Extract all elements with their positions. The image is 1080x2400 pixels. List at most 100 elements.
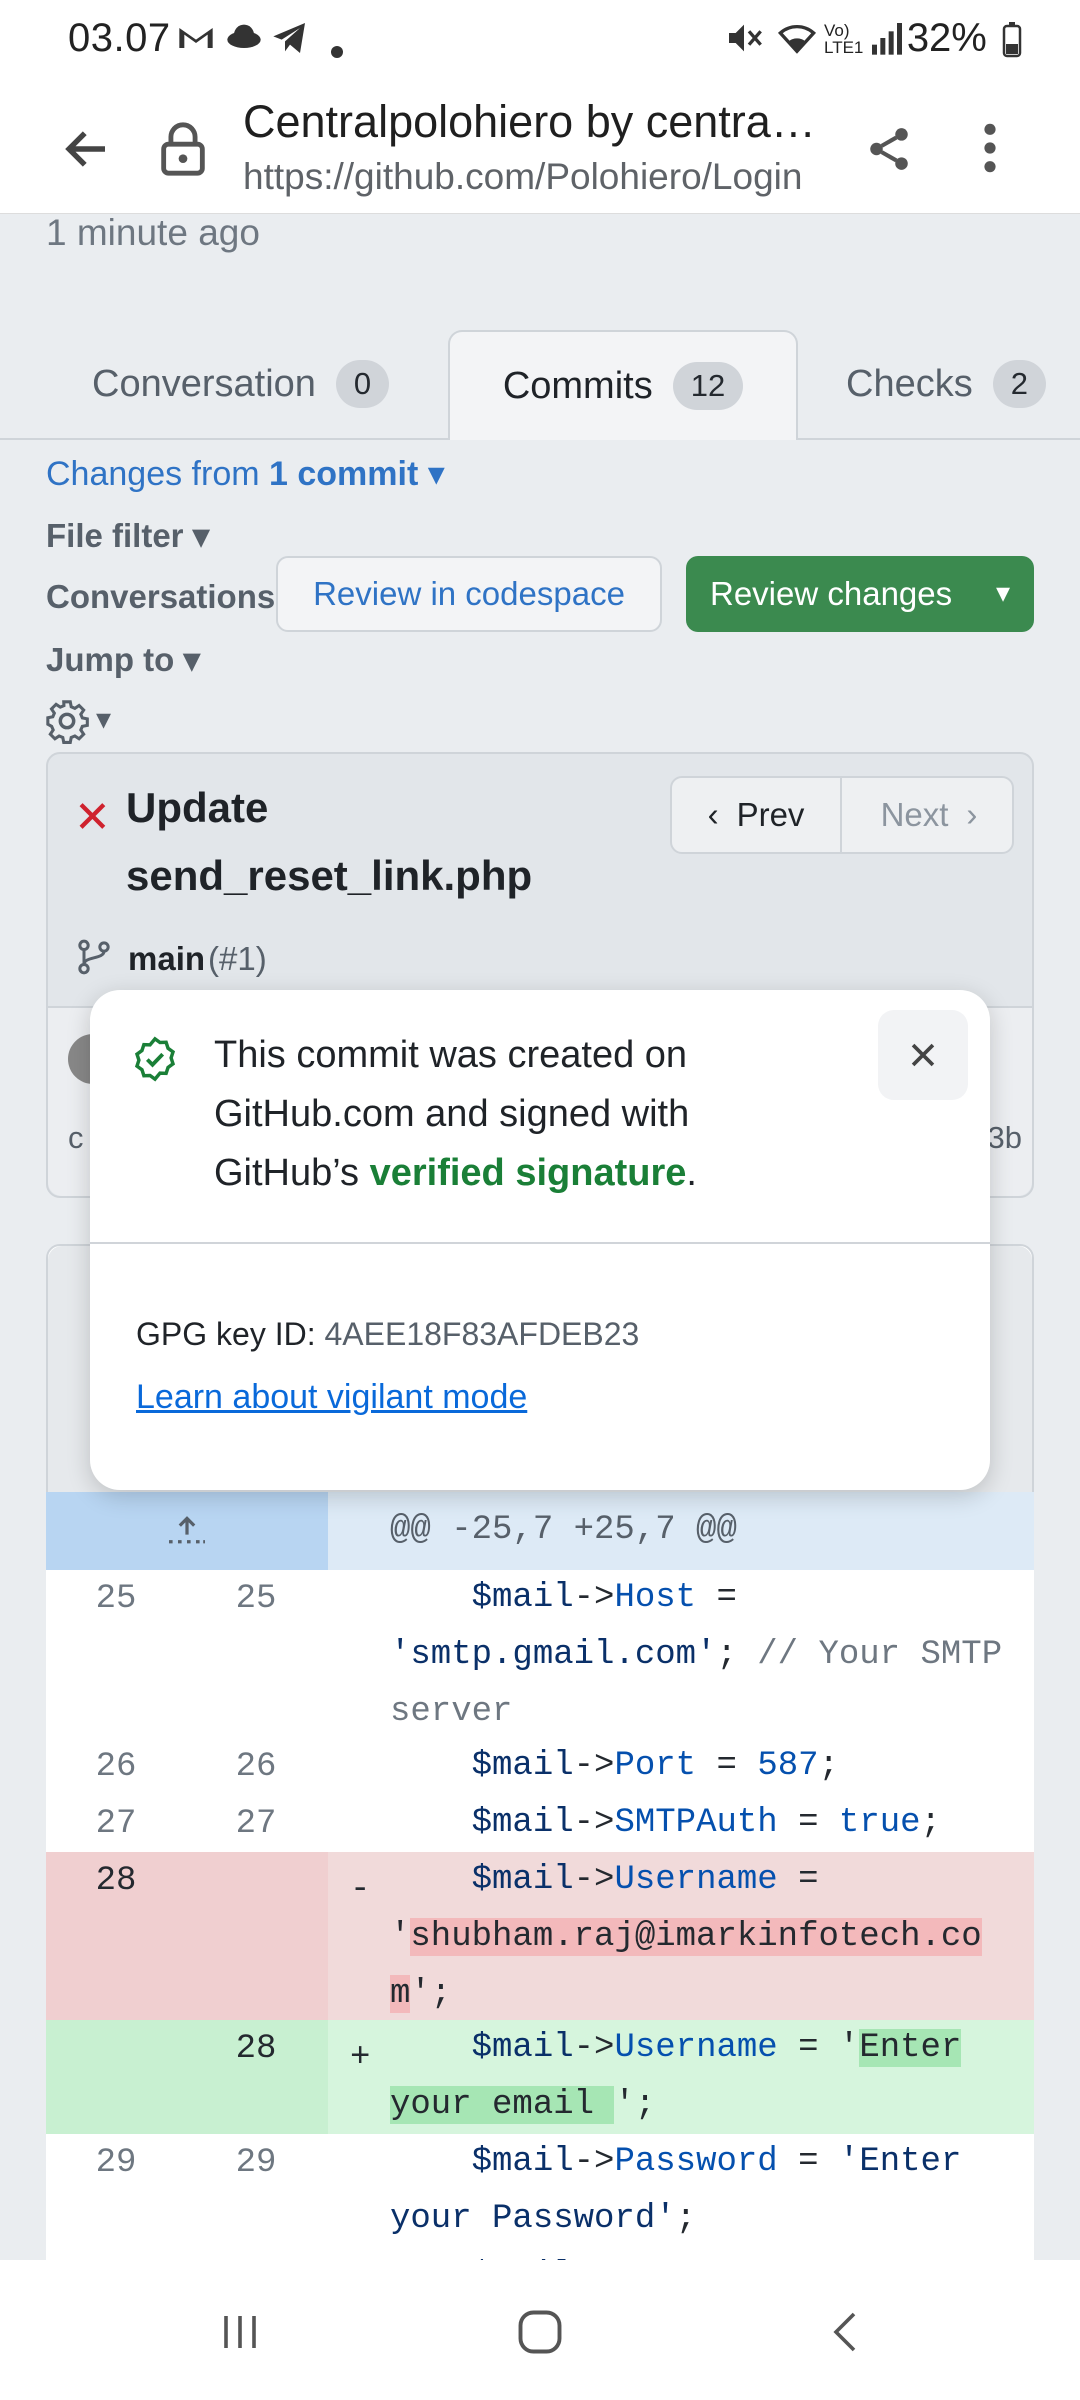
code-line: $mail->Username ='shubham.raj@imarkinfot… bbox=[390, 1861, 982, 2013]
branch-name[interactable]: main bbox=[128, 940, 205, 978]
battery-indicator: 32% bbox=[907, 16, 1022, 61]
popover-line-1: This commit was created on bbox=[214, 1034, 688, 1076]
status-time: 03.07 bbox=[68, 16, 171, 60]
tab-conversation[interactable]: Conversation 0 bbox=[92, 330, 390, 438]
learn-vigilant-mode-link[interactable]: Learn about vigilant mode bbox=[136, 1378, 527, 1417]
verified-signature-text: verified signature bbox=[369, 1152, 687, 1194]
deleted-line: 28 - $mail->Username ='shubham.raj@imark… bbox=[46, 1852, 1034, 2020]
old-line-number[interactable]: 27 bbox=[46, 1805, 186, 1843]
recents-icon[interactable] bbox=[216, 2308, 264, 2361]
old-line-number[interactable]: 30 bbox=[46, 2258, 186, 2260]
prev-next-group: ‹ Prev Next › bbox=[670, 776, 1014, 854]
old-line-number[interactable]: 29 bbox=[46, 2144, 186, 2182]
wifi-icon bbox=[774, 18, 820, 67]
added-line: 28 + $mail->Username = 'Enter your email… bbox=[46, 2020, 1034, 2134]
next-label: Next bbox=[880, 796, 949, 833]
chevron-down-icon: ▾ bbox=[427, 455, 445, 493]
jump-to-dropdown[interactable]: Jump to ▾ bbox=[46, 640, 200, 679]
code-line: $mail->SMTPAuth = true; bbox=[471, 1804, 941, 1842]
diff-line: 27 27 $mail->SMTPAuth = true; bbox=[46, 1795, 1034, 1852]
code-line: $mail->Host ='smtp.gmail.com'; // Your S… bbox=[390, 1579, 1003, 1731]
notification-dot-icon bbox=[330, 26, 344, 68]
changes-from-dropdown[interactable]: Changes from 1 commit ▾ bbox=[46, 454, 445, 494]
gpg-key-row: GPG key ID: 4AEE18F83AFDEB23 bbox=[136, 1316, 639, 1353]
nav-back-icon[interactable] bbox=[822, 2306, 870, 2363]
prev-label: Prev bbox=[736, 796, 805, 833]
truncated-text-left: c bbox=[68, 1120, 84, 1155]
diff-line: 29 29 $mail->Password = 'Enter your Pass… bbox=[46, 2134, 1034, 2248]
battery-icon bbox=[1002, 22, 1022, 58]
new-line-number[interactable]: 28 bbox=[186, 2030, 326, 2068]
gpg-label: GPG key ID: bbox=[136, 1316, 316, 1352]
review-in-codespace-button[interactable]: Review in codespace bbox=[276, 556, 662, 632]
timestamp: 1 minute ago bbox=[46, 214, 260, 253]
new-line-number[interactable]: 29 bbox=[186, 2144, 326, 2182]
expand-up-icon[interactable] bbox=[46, 1492, 328, 1570]
old-line-number[interactable]: 26 bbox=[46, 1748, 186, 1786]
failed-x-icon: ✕ bbox=[74, 793, 111, 842]
hunk-header-row: @@ -25,7 +25,7 @@ bbox=[46, 1492, 1034, 1570]
mute-icon bbox=[724, 18, 764, 67]
code-diff: @@ -25,7 +25,7 @@ 25 25 $mail->Host ='sm… bbox=[46, 1492, 1034, 2260]
branch-icon bbox=[74, 934, 114, 985]
battery-percent: 32% bbox=[906, 16, 987, 60]
old-line-number[interactable]: 25 bbox=[46, 1580, 186, 1618]
share-icon[interactable] bbox=[864, 122, 914, 181]
back-arrow-icon[interactable] bbox=[60, 122, 114, 181]
settings-dropdown[interactable]: ▾ bbox=[44, 698, 111, 749]
new-line-number[interactable]: 30 bbox=[186, 2258, 326, 2260]
old-line-number[interactable]: 28 bbox=[46, 1862, 186, 1900]
changes-from-link: 1 commit bbox=[269, 455, 419, 493]
status-bar: 03.07 Vo) LTE1 32% bbox=[0, 0, 1080, 80]
popover-message: This commit was created on GitHub.com an… bbox=[214, 1026, 834, 1203]
pr-number[interactable]: (#1) bbox=[208, 940, 267, 978]
code-line: $mail->Username = 'Enter your email '; bbox=[390, 2029, 962, 2124]
tab-checks[interactable]: Checks 2 bbox=[846, 330, 1080, 438]
new-line-number[interactable]: 26 bbox=[186, 1748, 326, 1786]
new-line-number[interactable]: 27 bbox=[186, 1805, 326, 1843]
home-icon[interactable] bbox=[512, 2306, 568, 2363]
tab-counter: 12 bbox=[672, 362, 744, 410]
conversations-label: Conversations bbox=[46, 578, 276, 615]
saturn-app-icon bbox=[224, 18, 264, 67]
minus-sign: - bbox=[350, 1871, 371, 1909]
commit-title-line2: send_reset_link.php bbox=[126, 852, 533, 899]
close-button[interactable] bbox=[878, 1010, 968, 1100]
lock-icon[interactable] bbox=[158, 120, 208, 183]
tab-label: Checks bbox=[846, 362, 973, 405]
changes-from-prefix: Changes from bbox=[46, 455, 260, 493]
file-filter-dropdown[interactable]: File filter ▾ bbox=[46, 516, 209, 555]
code-line: $mail->Password = 'Enter your Password'; bbox=[390, 2143, 962, 2238]
gmail-icon bbox=[176, 18, 216, 67]
hunk-header: @@ -25,7 +25,7 @@ bbox=[390, 1511, 737, 1549]
chevron-down-icon: ▾ bbox=[183, 641, 201, 678]
review-codespace-label: Review in codespace bbox=[313, 575, 625, 612]
chevron-left-icon: ‹ bbox=[707, 796, 719, 833]
more-vert-icon[interactable] bbox=[970, 120, 1010, 181]
period: . bbox=[686, 1152, 697, 1194]
new-line-number[interactable]: 25 bbox=[186, 1580, 326, 1618]
review-changes-button[interactable]: Review changes ▾ bbox=[686, 556, 1034, 632]
file-filter-label: File filter bbox=[46, 517, 184, 554]
conversations-dropdown[interactable]: Conversations bbox=[46, 578, 276, 616]
chevron-right-icon: › bbox=[966, 796, 978, 833]
commit-title-line1: Update bbox=[126, 784, 269, 831]
diff-line: 26 26 $mail->Port = 587; bbox=[46, 1738, 1034, 1795]
next-button[interactable]: Next › bbox=[844, 778, 1014, 852]
browser-toolbar: Centralpolohiero by central… https://git… bbox=[0, 80, 1080, 214]
popover-divider bbox=[90, 1242, 990, 1244]
page-content: 1 minute ago Conversation 0 Commits 12 C… bbox=[0, 214, 1080, 2260]
prev-button[interactable]: ‹ Prev bbox=[672, 778, 842, 852]
tab-commits[interactable]: Commits 12 bbox=[448, 330, 798, 440]
tab-label: Conversation bbox=[92, 362, 316, 405]
diff-line: 25 25 $mail->Host ='smtp.gmail.com'; // … bbox=[46, 1570, 1034, 1738]
truncated-sha: 3b bbox=[987, 1120, 1022, 1155]
popover-line-3: GitHub’s verified signature. bbox=[214, 1144, 834, 1203]
url-bar[interactable]: https://github.com/Polohiero/Login bbox=[243, 156, 823, 198]
popover-line-3-prefix: GitHub’s bbox=[214, 1152, 360, 1194]
code-line: $mail->SMTPSecure = ... bbox=[390, 2248, 941, 2260]
tab-counter: 0 bbox=[335, 360, 390, 408]
jump-to-label: Jump to bbox=[46, 641, 175, 678]
chevron-down-icon: ▾ bbox=[96, 703, 112, 736]
signal-icon bbox=[870, 18, 904, 67]
